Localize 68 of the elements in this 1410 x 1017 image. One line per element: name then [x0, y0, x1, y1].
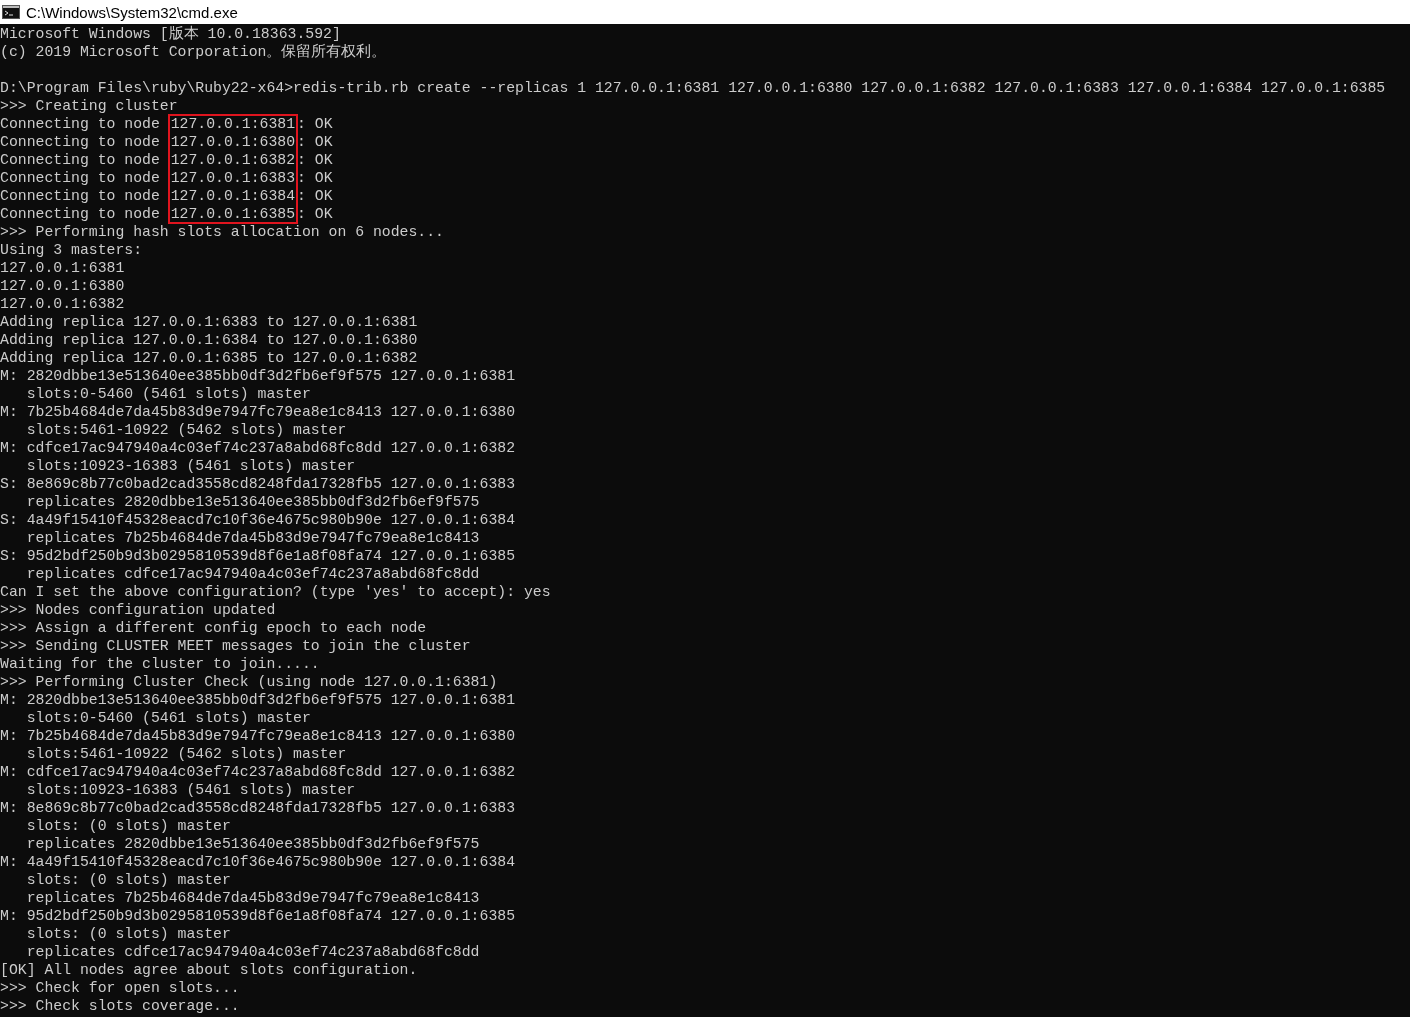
console-text: Connecting to node — [0, 169, 161, 187]
console-line: M: 4a49f15410f45328eacd7c10f36e4675c980b90e 127.0.0.1:6384 — [0, 853, 516, 871]
node-address: 127.0.0.1:6382 — [170, 151, 296, 169]
console-line: Adding replica 127.0.0.1:6385 to 127.0.0.1:6382 — [0, 349, 419, 367]
console-line: >>> Sending CLUSTER MEET messages to join the cluster — [0, 637, 472, 655]
console-text: : OK — [297, 169, 333, 187]
node-address: 127.0.0.1:6385 — [170, 205, 296, 223]
console-line: 127.0.0.1:6380 — [0, 277, 126, 295]
terminal-icon — [2, 5, 20, 19]
console-text: Connecting to node — [0, 151, 161, 169]
console-line: Can I set the above configuration? (type 'yes' to accept): yes — [0, 583, 552, 601]
console-line: slots: (0 slots) master — [25, 925, 232, 943]
console-line: 127.0.0.1:6382 — [0, 295, 126, 313]
console-line: slots: (0 slots) master — [25, 871, 232, 889]
console-line: slots:10923-16383 (5461 slots) master — [25, 457, 357, 475]
console-text: : OK — [297, 205, 333, 223]
console-line: >>> Assign a different config epoch to each node — [0, 619, 428, 637]
console-line: S: 4a49f15410f45328eacd7c10f36e4675c980b90e 127.0.0.1:6384 — [0, 511, 516, 529]
console-line: Waiting for the cluster to join..... — [0, 655, 321, 673]
console-line: >>> Performing Cluster Check (using node 127.0.0.1:6381) — [0, 673, 499, 691]
node-address: 127.0.0.1:6383 — [170, 169, 296, 187]
console-line: slots:0-5460 (5461 slots) master — [25, 709, 312, 727]
console-text: : OK — [297, 133, 333, 151]
console-line: >>> Nodes configuration updated — [0, 601, 277, 619]
console-line: D:\Program Files\ruby\Ruby22-x64>redis-trib.rb create --replicas 1 127.0.0.1:6381 127.0.0.1:6380 127.0.0.1:6382 127.0.0.1:6383 127.0.0.1:6384 127.0.0.1:6385 — [0, 79, 1387, 97]
console-line: replicates cdfce17ac947940a4c03ef74c237a8abd68fc8dd — [25, 943, 481, 961]
console-line: Adding replica 127.0.0.1:6383 to 127.0.0.1:6381 — [0, 313, 419, 331]
console-line: S: 8e869c8b77c0bad2cad3558cd8248fda17328fb5 127.0.0.1:6383 — [0, 475, 516, 493]
window-title: C:\Windows\System32\cmd.exe — [26, 3, 238, 21]
console-line: M: 95d2bdf250b9d3b0295810539d8f6e1a8f08fa74 127.0.0.1:6385 — [0, 907, 516, 925]
console-line: Microsoft Windows [版本 10.0.18363.592] — [0, 25, 342, 43]
console-line: M: 2820dbbe13e513640ee385bb0df3d2fb6ef9f575 127.0.0.1:6381 — [0, 691, 516, 709]
console-line: >>> Check for open slots... — [0, 979, 241, 997]
console-line: M: cdfce17ac947940a4c03ef74c237a8abd68fc8dd 127.0.0.1:6382 — [0, 439, 516, 457]
console-line: >>> Check slots coverage... — [0, 997, 241, 1015]
console-line: M: 8e869c8b77c0bad2cad3558cd8248fda17328fb5 127.0.0.1:6383 — [0, 799, 516, 817]
console-text: Connecting to node — [0, 187, 161, 205]
console-line: (c) 2019 Microsoft Corporation。保留所有权利。 — [0, 43, 388, 61]
console-line: replicates 2820dbbe13e513640ee385bb0df3d2fb6ef9f575 — [25, 835, 481, 853]
console-line: slots:10923-16383 (5461 slots) master — [25, 781, 357, 799]
console-line: 127.0.0.1:6381 — [0, 259, 126, 277]
console-line: M: 7b25b4684de7da45b83d9e7947fc79ea8e1c8413 127.0.0.1:6380 — [0, 403, 516, 421]
node-address: 127.0.0.1:6380 — [170, 133, 296, 151]
console-line: Adding replica 127.0.0.1:6384 to 127.0.0.1:6380 — [0, 331, 419, 349]
console-line: M: 2820dbbe13e513640ee385bb0df3d2fb6ef9f575 127.0.0.1:6381 — [0, 367, 516, 385]
console-line: >>> Creating cluster — [0, 97, 179, 115]
console-text: : OK — [297, 151, 333, 169]
console-line: replicates cdfce17ac947940a4c03ef74c237a8abd68fc8dd — [25, 565, 481, 583]
console-line: slots:5461-10922 (5462 slots) master — [25, 745, 348, 763]
console-text: Connecting to node — [0, 115, 161, 133]
console-line: Using 3 masters: — [0, 241, 144, 259]
console-line: M: 7b25b4684de7da45b83d9e7947fc79ea8e1c8413 127.0.0.1:6380 — [0, 727, 516, 745]
console-line: slots: (0 slots) master — [25, 817, 232, 835]
console-line: replicates 7b25b4684de7da45b83d9e7947fc79ea8e1c8413 — [25, 889, 481, 907]
console-line: replicates 2820dbbe13e513640ee385bb0df3d2fb6ef9f575 — [25, 493, 481, 511]
console-line: [OK] All nodes agree about slots configuration. — [0, 961, 419, 979]
console-line: slots:0-5460 (5461 slots) master — [25, 385, 312, 403]
console-text: : OK — [297, 187, 333, 205]
node-address: 127.0.0.1:6381 — [170, 115, 296, 133]
console-text: Connecting to node — [0, 133, 161, 151]
console-line: replicates 7b25b4684de7da45b83d9e7947fc79ea8e1c8413 — [25, 529, 481, 547]
console-line: M: cdfce17ac947940a4c03ef74c237a8abd68fc8dd 127.0.0.1:6382 — [0, 763, 516, 781]
console-line: slots:5461-10922 (5462 slots) master — [25, 421, 348, 439]
node-address: 127.0.0.1:6384 — [170, 187, 296, 205]
console-line: S: 95d2bdf250b9d3b0295810539d8f6e1a8f08fa74 127.0.0.1:6385 — [0, 547, 516, 565]
console-text: Connecting to node — [0, 205, 161, 223]
console-text: : OK — [297, 115, 333, 133]
console-line: >>> Performing hash slots allocation on 6 nodes... — [0, 223, 445, 241]
